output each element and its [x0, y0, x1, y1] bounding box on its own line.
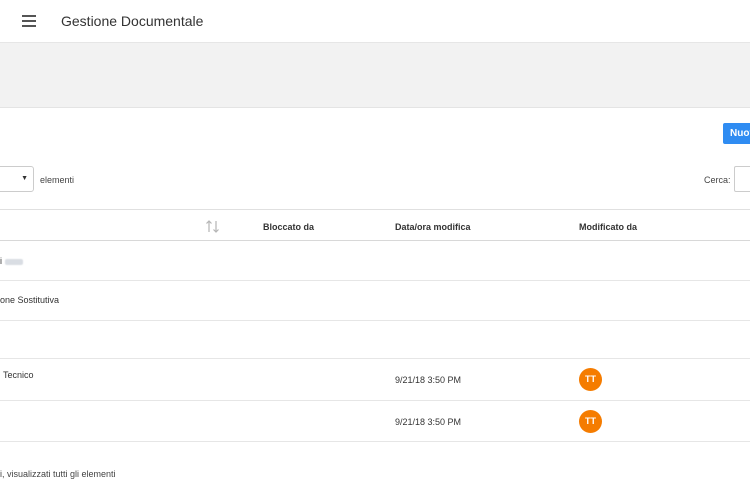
hamburger-menu-icon[interactable]	[22, 15, 36, 27]
row-name-cell: i	[0, 256, 23, 266]
app-title: Gestione Documentale	[61, 13, 204, 29]
row-name: i	[0, 256, 2, 266]
redacted-text	[5, 258, 23, 265]
new-document-button[interactable]: Nuovo	[723, 123, 750, 144]
table-row[interactable]: Tecnico 9/21/18 3:50 PM TT	[0, 359, 750, 401]
row-name: one Sostitutiva	[0, 295, 60, 305]
search-input[interactable]	[734, 166, 750, 192]
app-header: Gestione Documentale	[0, 0, 750, 43]
row-name: Tecnico	[3, 370, 34, 380]
sort-icon[interactable]	[205, 220, 220, 233]
page-size-select[interactable]: ▼	[0, 166, 34, 192]
table-row[interactable]	[0, 321, 750, 359]
column-header-modified-by[interactable]: Modificato da	[579, 222, 637, 232]
search-label: Cerca:	[704, 175, 731, 185]
column-header-locked-by[interactable]: Bloccato da	[263, 222, 314, 232]
table-row[interactable]: 9/21/18 3:50 PM TT	[0, 401, 750, 442]
table-header-row: Bloccato da Data/ora modifica Modificato…	[0, 209, 750, 241]
table-info-text: i, visualizzati tutti gli elementi	[0, 469, 116, 479]
row-modified-date: 9/21/18 3:50 PM	[395, 417, 462, 427]
table-row[interactable]: one Sostitutiva	[0, 281, 750, 321]
chevron-down-icon: ▼	[21, 175, 28, 182]
page-size-label: elementi	[40, 175, 75, 185]
table-row[interactable]: i	[0, 241, 750, 281]
avatar: TT	[579, 368, 602, 391]
avatar: TT	[579, 410, 602, 433]
page-banner	[0, 43, 750, 108]
row-modified-date: 9/21/18 3:50 PM	[395, 375, 462, 385]
column-header-modified-date[interactable]: Data/ora modifica	[395, 222, 471, 232]
